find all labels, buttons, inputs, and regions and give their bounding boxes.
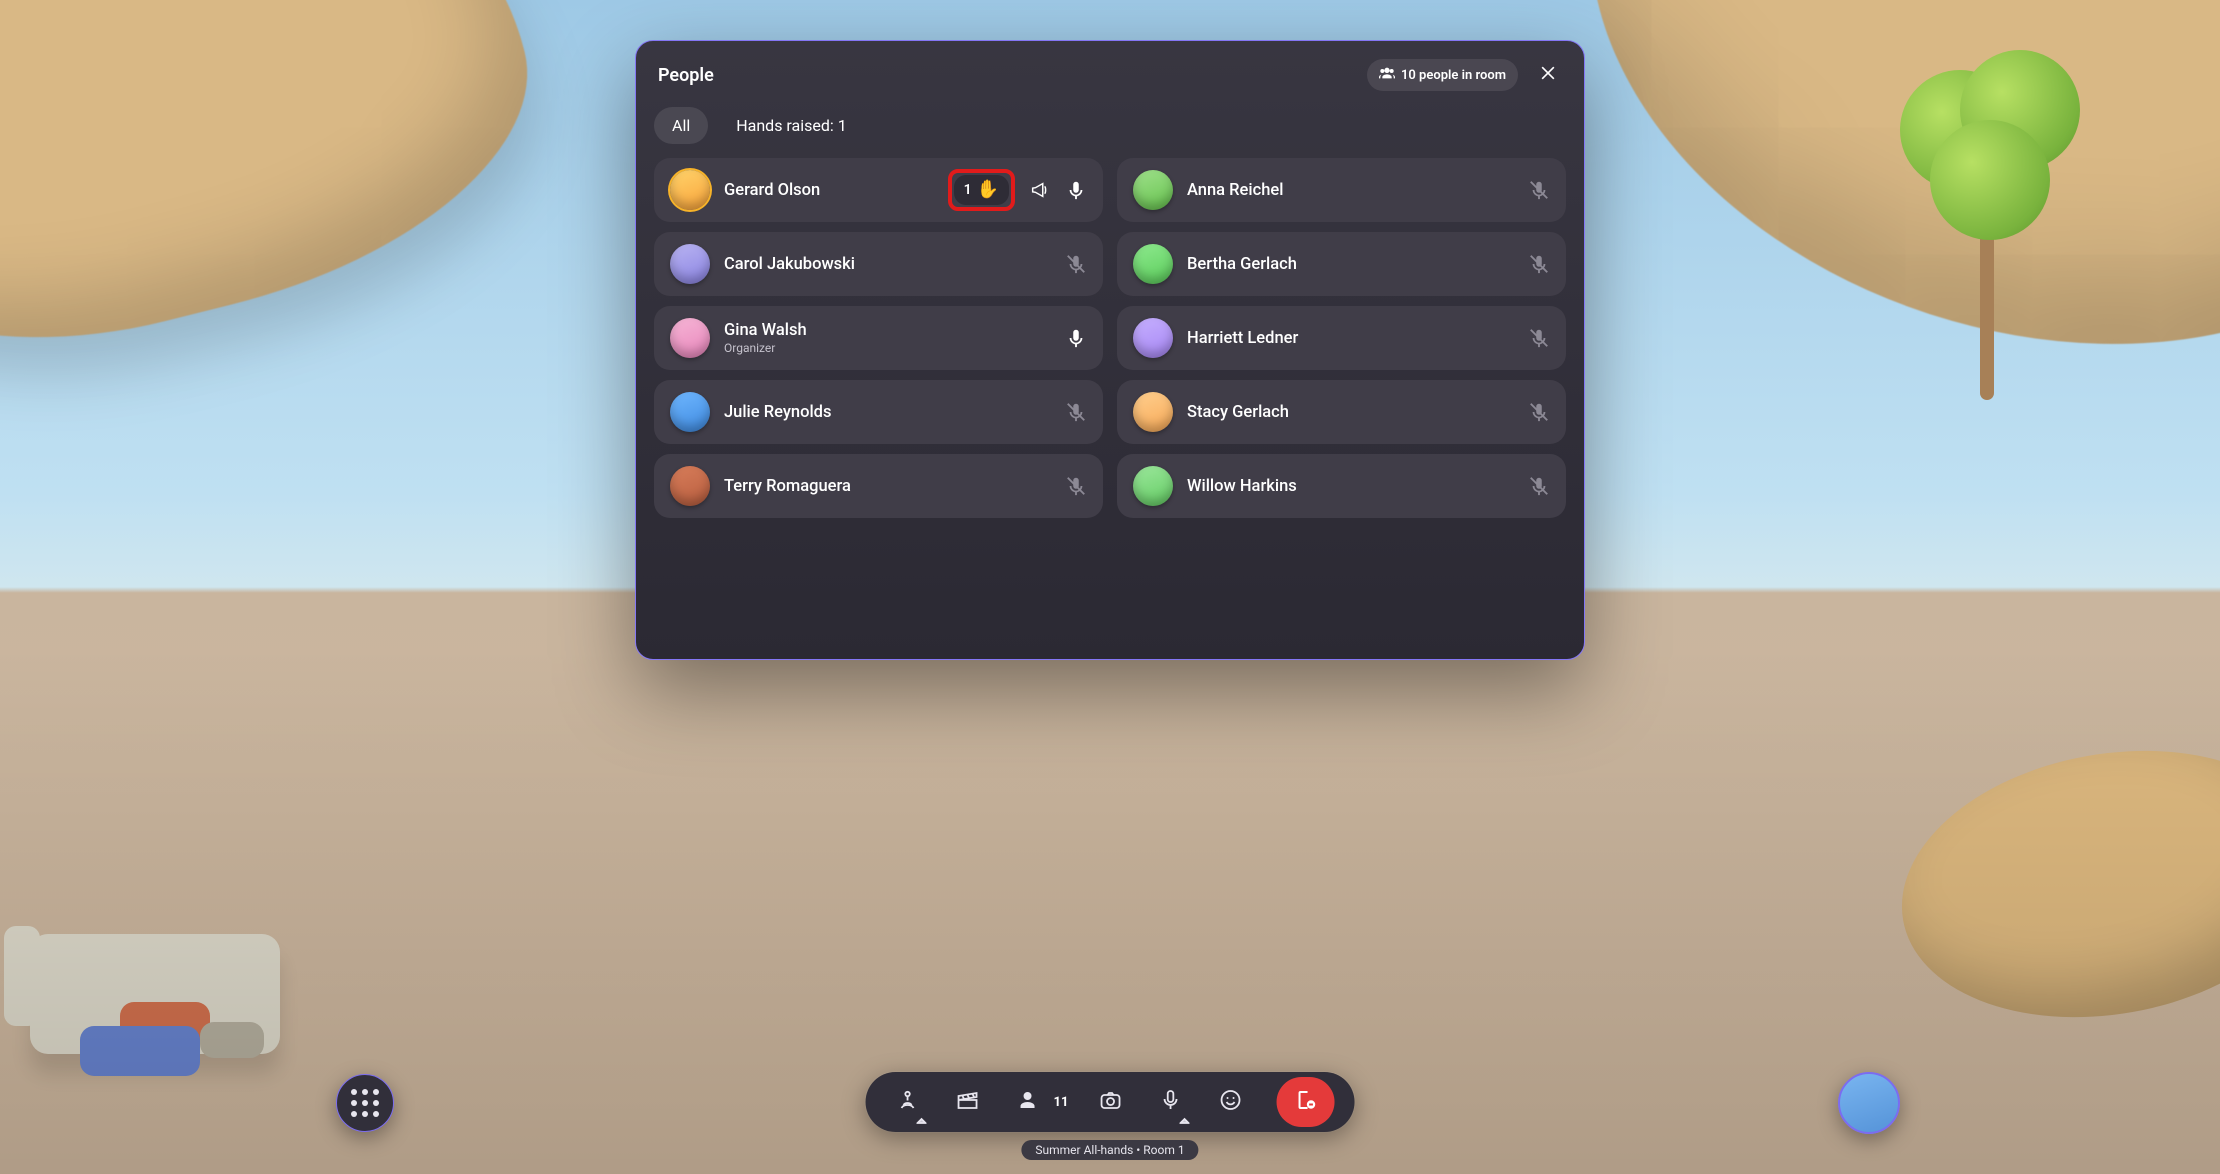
avatar xyxy=(670,244,710,284)
participant-row[interactable]: Stacy Gerlach xyxy=(1117,380,1566,444)
mic-muted-icon[interactable] xyxy=(1528,401,1550,423)
participant-name: Anna Reichel xyxy=(1187,181,1514,200)
participant-name: Gerard Olson xyxy=(724,181,934,200)
participant-row[interactable]: Gina WalshOrganizer xyxy=(654,306,1103,370)
participant-row[interactable]: Carol Jakubowski xyxy=(654,232,1103,296)
hand-order: 1 xyxy=(964,182,972,198)
participant-name: Willow Harkins xyxy=(1187,477,1514,496)
people-panel: People 10 people in room All Hands raise… xyxy=(635,40,1585,660)
record-button[interactable] xyxy=(950,1084,986,1120)
tab-hands-raised[interactable]: Hands raised: 1 xyxy=(718,107,865,144)
participant-row[interactable]: Anna Reichel xyxy=(1117,158,1566,222)
chevron-up-icon xyxy=(917,1111,927,1121)
leave-icon xyxy=(1293,1088,1317,1116)
avatar xyxy=(1133,392,1173,432)
room-label: Summer All-hands • Room 1 xyxy=(1021,1140,1198,1160)
mic-muted-icon[interactable] xyxy=(1528,475,1550,497)
participant-row[interactable]: Harriett Ledner xyxy=(1117,306,1566,370)
avatar xyxy=(670,392,710,432)
close-button[interactable] xyxy=(1534,61,1562,89)
participant-row[interactable]: Terry Romaguera xyxy=(654,454,1103,518)
raised-hand-icon: ✋ xyxy=(977,181,999,199)
close-icon xyxy=(1538,63,1558,87)
camera-button[interactable] xyxy=(1092,1084,1128,1120)
participant-name: Gina Walsh xyxy=(724,321,1051,340)
participant-name: Harriett Ledner xyxy=(1187,329,1514,348)
camera-icon xyxy=(1098,1088,1122,1116)
apps-button[interactable] xyxy=(336,1074,394,1132)
mic-muted-icon[interactable] xyxy=(1065,253,1087,275)
clapperboard-icon xyxy=(956,1088,980,1116)
participant-name: Carol Jakubowski xyxy=(724,255,1051,274)
chevron-up-icon xyxy=(1179,1111,1189,1121)
mic-on-icon[interactable] xyxy=(1065,179,1087,201)
smile-icon xyxy=(1218,1088,1242,1116)
mic-muted-icon[interactable] xyxy=(1065,401,1087,423)
avatar xyxy=(1133,244,1173,284)
participants-grid: Gerard Olson1✋Anna ReichelCarol Jakubows… xyxy=(636,158,1584,659)
avatar xyxy=(1133,466,1173,506)
people-icon xyxy=(1379,65,1395,85)
people-button[interactable] xyxy=(1010,1084,1046,1120)
room-count-label: 10 people in room xyxy=(1401,68,1506,83)
participant-row[interactable]: Julie Reynolds xyxy=(654,380,1103,444)
hand-raised-highlight: 1✋ xyxy=(948,169,1015,211)
mic-on-icon[interactable] xyxy=(1065,327,1087,349)
participant-name: Julie Reynolds xyxy=(724,403,1051,422)
avatar xyxy=(670,170,710,210)
avatar xyxy=(670,466,710,506)
participant-row[interactable]: Willow Harkins xyxy=(1117,454,1566,518)
mic-muted-icon[interactable] xyxy=(1528,253,1550,275)
leave-button[interactable] xyxy=(1276,1077,1334,1127)
apps-grid-icon xyxy=(351,1089,379,1117)
participant-name: Terry Romaguera xyxy=(724,477,1051,496)
teleport-button[interactable] xyxy=(890,1084,926,1120)
participant-name: Bertha Gerlach xyxy=(1187,255,1514,274)
avatar xyxy=(1133,170,1173,210)
room-count-pill[interactable]: 10 people in room xyxy=(1367,59,1518,91)
self-avatar[interactable] xyxy=(1838,1072,1900,1134)
people-count: 11 xyxy=(1054,1095,1069,1110)
mic-muted-icon[interactable] xyxy=(1065,475,1087,497)
tab-all[interactable]: All xyxy=(654,107,708,144)
microphone-button[interactable] xyxy=(1152,1084,1188,1120)
bottom-dock: 11 xyxy=(866,1072,1355,1132)
participant-row[interactable]: Bertha Gerlach xyxy=(1117,232,1566,296)
reactions-button[interactable] xyxy=(1212,1084,1248,1120)
mic-muted-icon[interactable] xyxy=(1528,179,1550,201)
person-icon xyxy=(1016,1088,1040,1116)
panel-title: People xyxy=(658,65,714,86)
participant-subtitle: Organizer xyxy=(724,341,1051,355)
filter-tabs: All Hands raised: 1 xyxy=(636,97,1584,158)
mic-muted-icon[interactable] xyxy=(1528,327,1550,349)
participant-name: Stacy Gerlach xyxy=(1187,403,1514,422)
avatar xyxy=(1133,318,1173,358)
hand-raised-badge[interactable]: 1✋ xyxy=(954,175,1009,205)
megaphone-icon[interactable] xyxy=(1029,179,1051,201)
avatar xyxy=(670,318,710,358)
participant-row[interactable]: Gerard Olson1✋ xyxy=(654,158,1103,222)
